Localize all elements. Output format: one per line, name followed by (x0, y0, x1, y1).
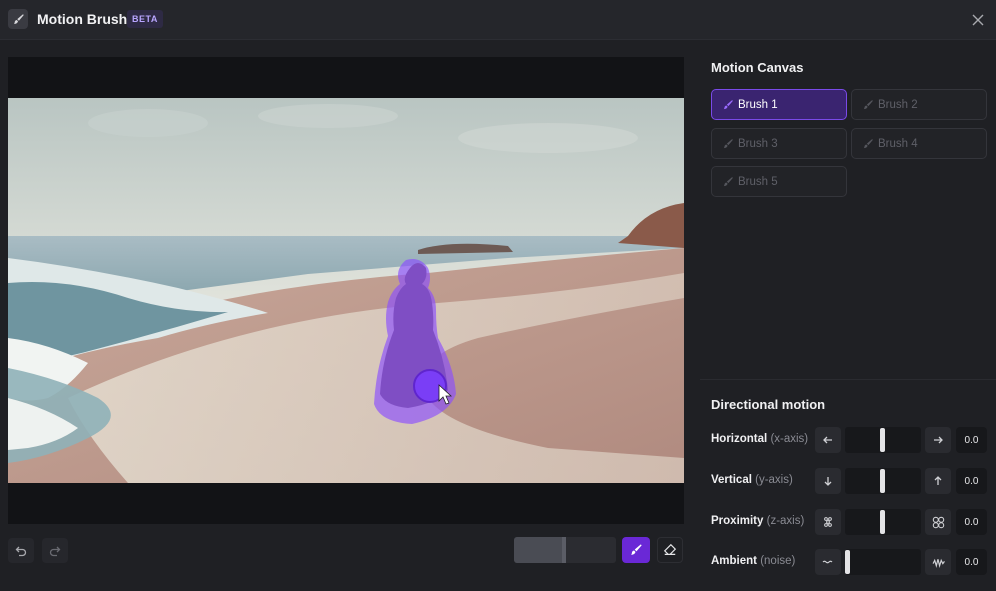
undo-icon (15, 546, 27, 556)
proximity-label: Proximity (z-axis) (711, 515, 805, 527)
dots-small-icon (824, 517, 832, 527)
brush-size-fill (514, 537, 564, 563)
brush-icon (8, 9, 28, 29)
proximity-slider[interactable] (845, 509, 921, 535)
less-noise-button[interactable] (815, 549, 841, 575)
redo-button[interactable] (42, 538, 68, 563)
close-button[interactable] (968, 10, 988, 30)
dialog-title: Motion Brush (37, 11, 128, 27)
slider-thumb[interactable] (880, 428, 885, 452)
slider-thumb[interactable] (880, 510, 885, 534)
brush-2-button[interactable]: Brush 2 (851, 89, 987, 120)
ambient-slider[interactable] (845, 549, 921, 575)
brush-label: Brush 5 (738, 175, 778, 188)
brush-size-slider[interactable] (514, 537, 616, 563)
brush-tool-button[interactable] (622, 537, 650, 563)
slider-thumb[interactable] (880, 469, 885, 493)
move-up-button[interactable] (925, 468, 951, 494)
move-down-button[interactable] (815, 468, 841, 494)
wave-small-icon (822, 560, 833, 564)
move-left-button[interactable] (815, 427, 841, 453)
vertical-value[interactable]: 0.0 (956, 468, 987, 494)
brush-3-button[interactable]: Brush 3 (711, 128, 847, 159)
header: Motion Brush BETA (0, 0, 996, 40)
brush-icon (862, 138, 874, 150)
arrow-right-icon (934, 436, 943, 444)
brush-label: Brush 3 (738, 137, 778, 150)
brush-icon (631, 544, 642, 555)
vertical-label: Vertical (y-axis) (711, 474, 793, 486)
horizontal-value[interactable]: 0.0 (956, 427, 987, 453)
beta-badge: BETA (127, 10, 163, 28)
move-closer-button[interactable] (925, 509, 951, 535)
brush-5-button[interactable]: Brush 5 (711, 166, 847, 197)
brush-label: Brush 4 (878, 137, 918, 150)
brush-label: Brush 1 (738, 98, 778, 111)
brush-icon (722, 138, 734, 150)
divider (700, 379, 996, 380)
brush-icon (862, 99, 874, 111)
arrow-left-icon (823, 436, 832, 444)
redo-icon (49, 546, 61, 556)
close-icon (972, 14, 984, 26)
brush-icon (722, 99, 734, 111)
brush-1-button[interactable]: Brush 1 (711, 89, 847, 120)
eraser-tool-button[interactable] (657, 537, 683, 563)
brush-4-button[interactable]: Brush 4 (851, 128, 987, 159)
dots-large-icon (932, 516, 944, 528)
slider-thumb[interactable] (845, 550, 850, 574)
brush-label: Brush 2 (878, 98, 918, 111)
proximity-value[interactable]: 0.0 (956, 509, 987, 535)
ambient-label: Ambient (noise) (711, 555, 796, 567)
motion-canvas-title: Motion Canvas (711, 60, 804, 75)
move-away-button[interactable] (815, 509, 841, 535)
arrow-up-icon (934, 476, 942, 485)
horizontal-slider[interactable] (845, 427, 921, 453)
horizontal-label: Horizontal (x-axis) (711, 433, 809, 445)
arrow-down-icon (824, 477, 832, 486)
brush-size-thumb[interactable] (562, 537, 566, 563)
undo-button[interactable] (8, 538, 34, 563)
brush-icon (722, 176, 734, 188)
motion-canvas-image[interactable] (8, 98, 684, 483)
wave-large-icon (932, 558, 945, 568)
vertical-slider[interactable] (845, 468, 921, 494)
directional-motion-title: Directional motion (711, 397, 826, 412)
more-noise-button[interactable] (925, 549, 951, 575)
eraser-icon (663, 543, 677, 555)
ambient-value[interactable]: 0.0 (956, 549, 987, 575)
move-right-button[interactable] (925, 427, 951, 453)
